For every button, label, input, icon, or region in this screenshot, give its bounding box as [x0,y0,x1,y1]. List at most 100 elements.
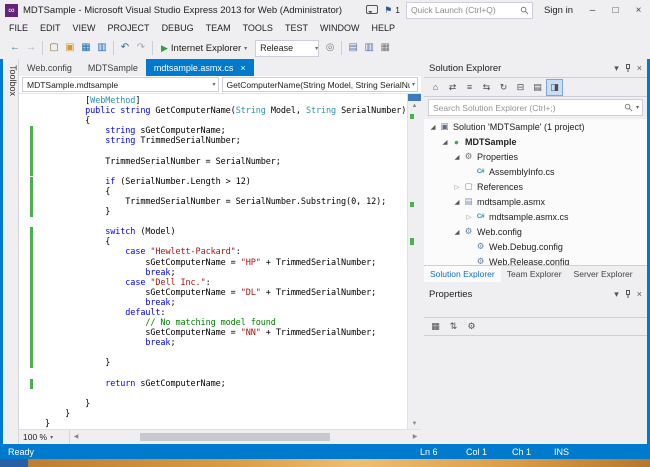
menu-edit[interactable]: EDIT [34,20,67,37]
code-line[interactable]: } [45,358,407,368]
tool-tab-server-explorer[interactable]: Server Explorer [568,266,639,282]
code-line[interactable]: } [45,399,407,409]
type-dropdown[interactable]: MDTSample.mdtsample ▾ [22,77,219,92]
code-line[interactable] [45,217,407,227]
solution-configurations-dropdown[interactable]: Release▾ [255,40,319,57]
new-file-icon[interactable]: ▢ [46,40,62,56]
tab-mdtsample[interactable]: MDTSample [80,59,146,76]
window-position-icon[interactable]: ▾ [614,289,619,300]
tree-item-solution-mdtsample-1-project[interactable]: ◢▣Solution 'MDTSample' (1 project) [424,119,647,134]
scroll-left-icon[interactable]: ◀ [70,430,82,444]
code-line[interactable] [45,369,407,379]
code-line[interactable]: sGetComputerName = "NN" + TrimmedSerialN… [45,328,407,338]
nav-forward-icon[interactable]: → [23,40,39,56]
tree-item-references[interactable]: ▷▢References [424,179,647,194]
tree-item-web-debug-config[interactable]: ⚙Web.Debug.config [424,239,647,254]
tree-item-assemblyinfo-cs[interactable]: C#AssemblyInfo.cs [424,164,647,179]
tree-item-web-config[interactable]: ◢⚙Web.config [424,224,647,239]
menu-team[interactable]: TEAM [200,20,237,37]
expand-arrow-icon[interactable]: ▷ [452,183,462,191]
home-icon[interactable]: ⌂ [428,80,443,95]
code-line[interactable]: sGetComputerName = "HP" + TrimmedSerialN… [45,258,407,268]
toolbox-tab[interactable]: Toolbox [3,59,19,444]
code-line[interactable]: sGetComputerName = "DL" + TrimmedSerialN… [45,288,407,298]
save-icon[interactable]: ▦ [78,40,94,56]
code-line[interactable]: public string GetComputerName(String Mod… [45,106,407,116]
code-line[interactable]: case "Hewlett-Packard": [45,247,407,257]
properties-title-bar[interactable]: Properties ▾ × [424,285,647,303]
code-line[interactable]: TrimmedSerialNumber = SerialNumber.Subst… [45,197,407,207]
auto-hide-pin-icon[interactable] [624,290,632,299]
error-list-shortcut-icon[interactable]: ▦ [377,40,393,56]
code-line[interactable]: if (SerialNumber.Length > 12) [45,177,407,187]
code-line[interactable]: break; [45,268,407,278]
save-all-icon[interactable]: ▥ [94,40,110,56]
pending-changes-filter-icon[interactable]: ≡ [462,80,477,95]
zoom-dropdown[interactable]: 100 % ▾ [19,430,70,444]
property-pages-icon[interactable]: ⚙ [464,321,479,332]
notifications-flag-icon[interactable]: ⚑ [384,5,392,16]
minimize-button[interactable]: – [584,5,601,16]
solution-explorer-title-bar[interactable]: Solution Explorer ▾ × [424,59,647,77]
menu-debug[interactable]: DEBUG [156,20,200,37]
tool-tab-team-explorer[interactable]: Team Explorer [501,266,568,282]
expand-arrow-icon[interactable]: ▷ [464,213,474,221]
refresh-icon[interactable]: ↻ [496,80,511,95]
code-line[interactable]: string sGetComputerName; [45,126,407,136]
tree-item-mdtsample-asmx-cs[interactable]: ▷C#mdtsample.asmx.cs [424,209,647,224]
tree-item-web-release-config[interactable]: ⚙Web.Release.config [424,254,647,265]
tree-item-mdtsample-asmx[interactable]: ◢▤mdtsample.asmx [424,194,647,209]
code-line[interactable] [45,146,407,156]
code-line[interactable]: return sGetComputerName; [45,379,407,389]
sync-with-active-document-icon[interactable]: ⇆ [479,80,494,95]
collapse-arrow-icon[interactable]: ◢ [440,138,450,146]
switch-views-icon[interactable]: ⇄ [445,80,460,95]
collapse-all-icon[interactable]: ⊟ [513,80,528,95]
close-icon[interactable]: × [637,289,642,299]
auto-hide-pin-icon[interactable] [624,64,632,73]
collapse-arrow-icon[interactable]: ◢ [452,228,462,236]
tab-web-config[interactable]: Web.config [19,59,80,76]
tool-tab-solution-explorer[interactable]: Solution Explorer [424,266,501,282]
code-line[interactable]: } [45,207,407,217]
solution-explorer-shortcut-icon[interactable]: ▤ [345,40,361,56]
horizontal-scroll-thumb[interactable] [140,433,330,441]
code-line[interactable]: } [45,409,407,419]
find-in-files-icon[interactable]: ◎ [322,40,338,56]
code-line[interactable]: { [45,237,407,247]
start-debugging-button[interactable]: ▶Internet Explorer▾ [156,39,252,57]
quick-launch-input[interactable]: Quick Launch (Ctrl+Q) [406,2,533,19]
menu-help[interactable]: HELP [365,20,401,37]
alphabetical-icon[interactable]: ⇅ [446,321,461,332]
code-line[interactable]: [WebMethod] [45,96,407,106]
nav-back-icon[interactable]: ← [7,40,23,56]
code-line[interactable]: switch (Model) [45,227,407,237]
collapse-arrow-icon[interactable]: ◢ [452,198,462,206]
preview-selected-items-icon[interactable]: ◨ [547,80,562,95]
horizontal-scrollbar[interactable]: ◀ ▶ [70,430,421,444]
code-line[interactable]: break; [45,338,407,348]
collapse-arrow-icon[interactable]: ◢ [428,123,438,131]
menu-file[interactable]: FILE [3,20,34,37]
code-line[interactable]: case "Dell Inc.": [45,278,407,288]
scroll-right-icon[interactable]: ▶ [409,430,421,444]
properties-window-shortcut-icon[interactable]: ▥ [361,40,377,56]
menu-tools[interactable]: TOOLS [237,20,279,37]
tree-item-mdtsample[interactable]: ◢●MDTSample [424,134,647,149]
menu-window[interactable]: WINDOW [314,20,366,37]
menu-project[interactable]: PROJECT [102,20,156,37]
collapse-arrow-icon[interactable]: ◢ [452,153,462,161]
show-all-files-icon[interactable]: ▤ [530,80,545,95]
properties-grid[interactable] [424,336,647,444]
code-line[interactable]: TrimmedSerialNumber = SerialNumber; [45,157,407,167]
code-line[interactable]: string TrimmedSerialNumber; [45,136,407,146]
editor-split-handle[interactable] [408,94,421,101]
window-position-icon[interactable]: ▾ [614,63,619,74]
maximize-button[interactable]: □ [607,5,624,16]
open-file-icon[interactable]: ▣ [62,40,78,56]
menu-test[interactable]: TEST [279,20,314,37]
undo-icon[interactable]: ↶ [117,40,133,56]
code-editor[interactable]: [WebMethod] public string GetComputerNam… [19,94,421,429]
close-tab-icon[interactable]: × [240,63,245,73]
vertical-scrollbar[interactable]: ▲ ▼ [407,94,421,429]
